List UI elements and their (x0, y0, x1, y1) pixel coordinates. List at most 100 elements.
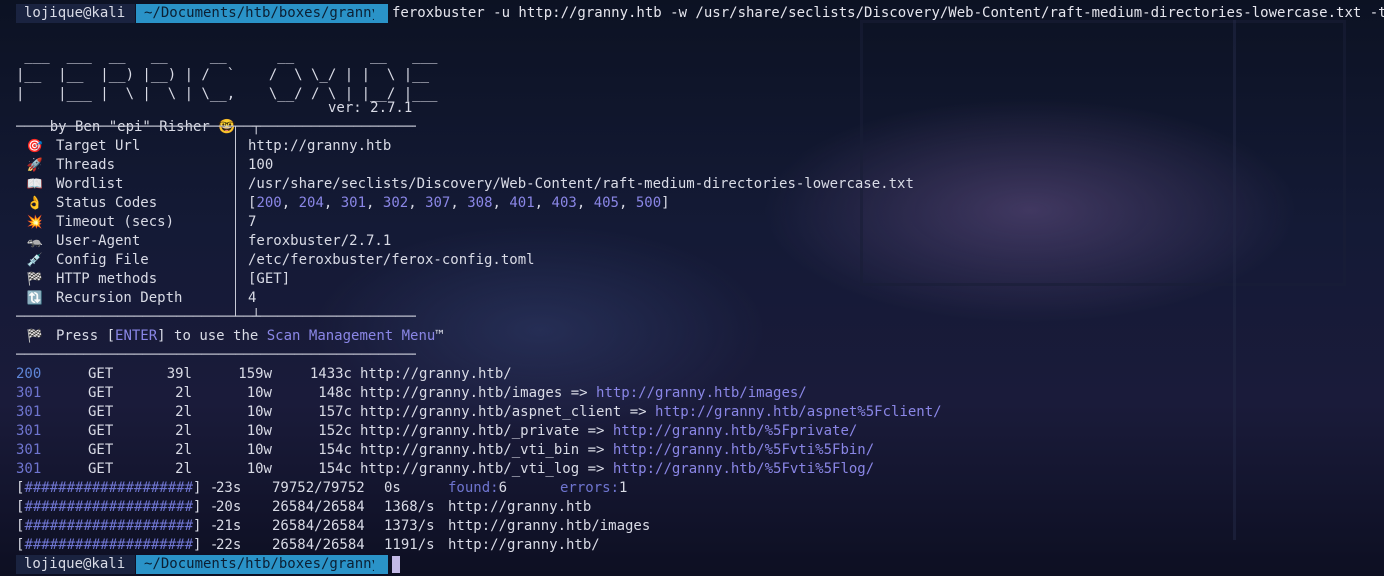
result-lines: 2l (175, 442, 192, 458)
config-value: feroxbuster/2.7.1 (248, 233, 392, 249)
prompt-path: ~/Documents/htb/boxes/granny (136, 4, 389, 23)
result-url-line: http://granny.htb/images => http://grann… (360, 385, 807, 401)
target-icon: 🎯 (26, 139, 44, 154)
progress-fill: #################### (24, 537, 194, 553)
result-status: 301 (16, 404, 42, 420)
result-chars: 157c (318, 404, 352, 420)
errors-value: 1 (619, 480, 628, 496)
scan-menu-prefix: Press [ (56, 328, 116, 344)
config-value: /usr/share/seclists/Discovery/Web-Conten… (248, 176, 914, 192)
result-status: 301 (16, 442, 42, 458)
status-code: 204 (298, 195, 324, 211)
progress-count: 79752/79752 (272, 480, 365, 496)
config-key: Threads (56, 157, 116, 173)
errors-count: errors:1 (560, 479, 627, 498)
progress-fill: #################### (24, 499, 194, 515)
scan-menu-middle: ] to use the (157, 328, 267, 344)
result-url-line: http://granny.htb/aspnet_client => http:… (360, 404, 942, 420)
status-code: 301 (340, 195, 367, 211)
separator: ────────────────────────────────────────… (16, 347, 416, 363)
progress-count: 26584/26584 (272, 537, 365, 553)
ok-hand-icon: 👌 (26, 196, 44, 211)
background-window-frame (1230, 20, 1236, 540)
progress-rate: 0s (384, 480, 401, 496)
status-code: 405 (593, 195, 619, 211)
result-chars: 1433c (309, 366, 352, 382)
result-method: GET (88, 366, 114, 382)
result-words: 10w (246, 461, 272, 477)
command-text: feroxbuster -u http://granny.htb -w /usr… (392, 5, 1384, 21)
status-code: 200 (256, 195, 282, 211)
result-status: 301 (16, 385, 42, 401)
progress-rate: 1191/s (384, 537, 435, 553)
progress-time: 23s (216, 480, 242, 496)
background-window-frame (860, 20, 1346, 286)
progress-time: 20s (216, 499, 242, 515)
terminal-cursor[interactable] (392, 556, 400, 573)
syringe-icon: 💉 (26, 253, 44, 268)
config-key: Timeout (secs) (56, 214, 175, 230)
result-method: GET (88, 442, 114, 458)
badger-icon: 🦡 (26, 234, 44, 249)
config-key: Recursion Depth (56, 290, 183, 306)
banner-author-line: by Ben "epi" Risher 🤓 (16, 99, 236, 135)
result-status: 301 (16, 461, 42, 477)
found-count: found:6 (448, 479, 507, 498)
explosion-icon: 💥 (26, 215, 44, 230)
prompt-arrow-icon (374, 4, 384, 22)
status-code: 302 (382, 195, 409, 211)
recursion-icon: 🔃 (26, 291, 44, 306)
config-value: /etc/feroxbuster/ferox-config.toml (248, 252, 535, 268)
redirect-url[interactable]: http://granny.htb/%5Fvti%5Flog/ (613, 461, 874, 477)
result-lines: 2l (175, 461, 192, 477)
progress-count: 26584/26584 (272, 518, 365, 534)
separator: ────────────────────────────┬───────────… (16, 119, 416, 135)
config-key: User-Agent (56, 233, 141, 249)
config-key: HTTP methods (56, 271, 158, 287)
result-url-line: http://granny.htb/_vti_bin => http://gra… (360, 442, 875, 458)
scan-management-menu: Scan Management Menu (266, 328, 436, 344)
config-key: Config File (56, 252, 149, 268)
result-method: GET (88, 385, 114, 401)
status-code: 308 (467, 195, 493, 211)
result-status: 200 (16, 366, 42, 382)
result-lines: 2l (175, 404, 192, 420)
banner-version: ver: 2.7.1 (328, 100, 413, 116)
progress-bar: [####################] - (16, 518, 219, 534)
result-url-line: http://granny.htb/_vti_log => http://gra… (360, 461, 875, 477)
separator: ────────────────────────────┴───────────… (16, 309, 416, 325)
result-method: GET (88, 404, 114, 420)
result-words: 10w (246, 423, 272, 439)
config-value: 100 (248, 157, 274, 173)
result-url: http://granny.htb/ (360, 366, 512, 382)
progress-rate: 1373/s (384, 518, 435, 534)
config-key: Status Codes (56, 195, 158, 211)
result-words: 10w (246, 442, 272, 458)
prompt-arrow-icon (374, 555, 384, 573)
redirect-url[interactable]: http://granny.htb/%5Fprivate/ (613, 423, 857, 439)
progress-bar: [####################] - (16, 537, 219, 553)
result-url: http://granny.htb/_vti_log (360, 461, 580, 477)
scan-menu-text: Press [ENTER] to use the Scan Management… (56, 327, 444, 346)
redirect-url[interactable]: http://granny.htb/aspnet%5Fclient/ (655, 404, 942, 420)
progress-bar: [####################] - (16, 480, 219, 496)
progress-url: http://granny.htb (448, 499, 592, 515)
checkered-flag-icon: 🏁 (26, 329, 44, 344)
progress-url: http://granny.htb/images (448, 518, 651, 534)
prompt-path: ~/Documents/htb/boxes/granny (136, 555, 389, 574)
status-code: 307 (425, 195, 451, 211)
redirect-url[interactable]: http://granny.htb/%5Fvti%5Fbin/ (613, 442, 874, 458)
config-divider (235, 126, 236, 316)
result-url: http://granny.htb/aspnet_client (360, 404, 622, 420)
result-lines: 2l (175, 423, 192, 439)
status-code: 500 (635, 195, 662, 211)
result-chars: 152c (318, 423, 352, 439)
result-url: http://granny.htb/images (360, 385, 563, 401)
progress-count: 26584/26584 (272, 499, 365, 515)
prompt-user: lojique@kali (16, 4, 136, 23)
status-codes-list: [200, 204, 301, 302, 307, 308, 401, 403,… (248, 195, 670, 211)
result-words: 10w (246, 404, 272, 420)
progress-bar: [####################] - (16, 499, 219, 515)
result-method: GET (88, 423, 114, 439)
redirect-url[interactable]: http://granny.htb/images/ (596, 385, 807, 401)
